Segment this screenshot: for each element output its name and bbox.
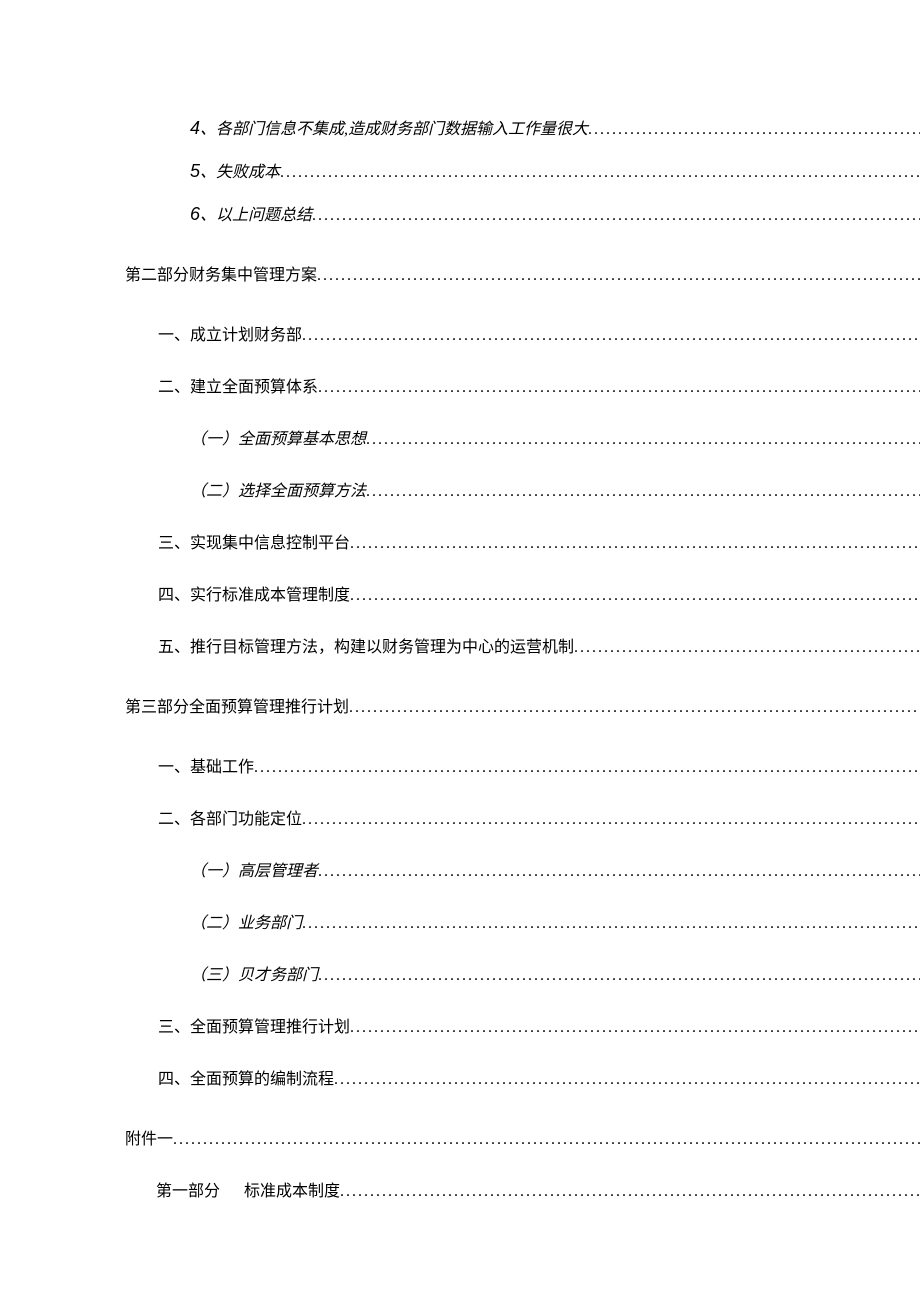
dot-leader: ........................................… xyxy=(340,1183,920,1201)
dot-leader: ........................................… xyxy=(302,327,920,345)
toc-text: 第一部分 标准成本制度 xyxy=(156,1177,340,1201)
toc-text: 第二部分财务集中管理方案 xyxy=(125,261,317,285)
dot-leader: ........................................… xyxy=(312,207,920,225)
item-number: 6 xyxy=(190,204,200,224)
toc-text: （二）业务部门 xyxy=(190,909,302,933)
dot-leader: ........................................… xyxy=(173,1131,920,1149)
toc-text: 4、各部门信息不集成,造成财务部门数据输入工作量很大 xyxy=(190,115,588,139)
toc-entry-item6: 6、以上问题总结 ...............................… xyxy=(0,201,920,225)
item-sep: 、 xyxy=(200,207,216,224)
toc-entry-p2-3: 三、实现集中信息控制平台 ...........................… xyxy=(0,529,920,553)
toc-entry-p3-2-2: （二）业务部门 ................................… xyxy=(0,909,920,933)
toc-entry-p3-2-1: （一）高层管理者 ...............................… xyxy=(0,857,920,881)
dot-leader: ........................................… xyxy=(350,1019,920,1037)
dot-leader: ........................................… xyxy=(254,759,920,777)
part-label: 第一部分 xyxy=(156,1183,220,1200)
dot-leader: ........................................… xyxy=(318,863,920,881)
toc-text: 一、成立计划财务部 xyxy=(158,321,302,345)
toc-text: 一、基础工作 xyxy=(158,753,254,777)
toc-entry-p2-2: 二、建立全面预算体系 .............................… xyxy=(0,373,920,397)
item-text: 各部门信息不集成,造成财务部门数据输入工作量很大 xyxy=(216,121,588,138)
item-sep: 、 xyxy=(200,121,216,138)
toc-text: （一）高层管理者 xyxy=(190,857,318,881)
toc-text: （一）全面预算基本思想 xyxy=(190,425,366,449)
toc-text: 三、实现集中信息控制平台 xyxy=(158,529,350,553)
item-text: 失败成本 xyxy=(216,164,280,181)
item-number: 4 xyxy=(190,118,200,138)
toc-text: 四、实行标准成本管理制度 xyxy=(158,581,350,605)
toc-text: 5、失败成本 xyxy=(190,158,280,182)
dot-leader: ........................................… xyxy=(350,587,920,605)
dot-leader: ........................................… xyxy=(349,699,920,717)
toc-entry-p2-4: 四、实行标准成本管理制度 ...........................… xyxy=(0,581,920,605)
document-page: 4、各部门信息不集成,造成财务部门数据输入工作量很大 .............… xyxy=(0,0,920,1201)
toc-entry-p2-2-2: （二）选择全面预算方法 ............................… xyxy=(0,477,920,501)
toc-entry-part2: 第二部分财务集中管理方案 ...........................… xyxy=(0,261,920,285)
dot-leader: ........................................… xyxy=(366,483,920,501)
dot-leader: ........................................… xyxy=(350,535,920,553)
toc-text: 二、建立全面预算体系 xyxy=(158,373,318,397)
toc-text: 附件一 xyxy=(125,1125,173,1149)
dot-leader: ........................................… xyxy=(302,915,920,933)
toc-entry-p2-5: 五、推行目标管理方法，构建以财务管理为中心的运营机制 .............… xyxy=(0,633,920,657)
toc-entry-p3-2: 二、各部门功能定位 ..............................… xyxy=(0,805,920,829)
dot-leader: ........................................… xyxy=(302,811,920,829)
toc-entry-appendix-part1: 第一部分 标准成本制度 ............................… xyxy=(0,1177,920,1201)
toc-entry-item5: 5、失败成本 .................................… xyxy=(0,158,920,182)
toc-text: （三）贝才务部门 xyxy=(190,961,318,985)
dot-leader: ........................................… xyxy=(318,379,920,397)
toc-entry-p3-4: 四、全面预算的编制流程 ............................… xyxy=(0,1065,920,1089)
toc-entry-part3: 第三部分全面预算管理推行计划 .........................… xyxy=(0,693,920,717)
toc-text: 三、全面预算管理推行计划 xyxy=(158,1013,350,1037)
toc-text: 6、以上问题总结 xyxy=(190,201,312,225)
dot-leader: ........................................… xyxy=(574,639,920,657)
toc-entry-appendix: 附件一 ....................................… xyxy=(0,1125,920,1149)
dot-leader: ........................................… xyxy=(366,431,920,449)
dot-leader: ........................................… xyxy=(588,121,920,139)
toc-text: 四、全面预算的编制流程 xyxy=(158,1065,334,1089)
item-sep: 、 xyxy=(200,164,216,181)
dot-leader: ........................................… xyxy=(317,267,920,285)
toc-text: （二）选择全面预算方法 xyxy=(190,477,366,501)
toc-entry-p3-1: 一、基础工作 .................................… xyxy=(0,753,920,777)
dot-leader: ........................................… xyxy=(334,1071,920,1089)
item-text: 以上问题总结 xyxy=(216,207,312,224)
toc-entry-item4: 4、各部门信息不集成,造成财务部门数据输入工作量很大 .............… xyxy=(0,115,920,139)
dot-leader: ........................................… xyxy=(318,967,920,985)
toc-entry-p3-3: 三、全面预算管理推行计划 ...........................… xyxy=(0,1013,920,1037)
toc-entry-p2-2-1: （一）全面预算基本思想 ............................… xyxy=(0,425,920,449)
toc-text: 五、推行目标管理方法，构建以财务管理为中心的运营机制 xyxy=(158,633,574,657)
toc-entry-p2-1: 一、成立计划财务部 ..............................… xyxy=(0,321,920,345)
toc-text: 第三部分全面预算管理推行计划 xyxy=(125,693,349,717)
item-number: 5 xyxy=(190,161,200,181)
toc-text: 二、各部门功能定位 xyxy=(158,805,302,829)
dot-leader: ........................................… xyxy=(280,164,920,182)
part-text: 标准成本制度 xyxy=(244,1183,340,1200)
toc-entry-p3-2-3: （三）贝才务部门 ...............................… xyxy=(0,961,920,985)
